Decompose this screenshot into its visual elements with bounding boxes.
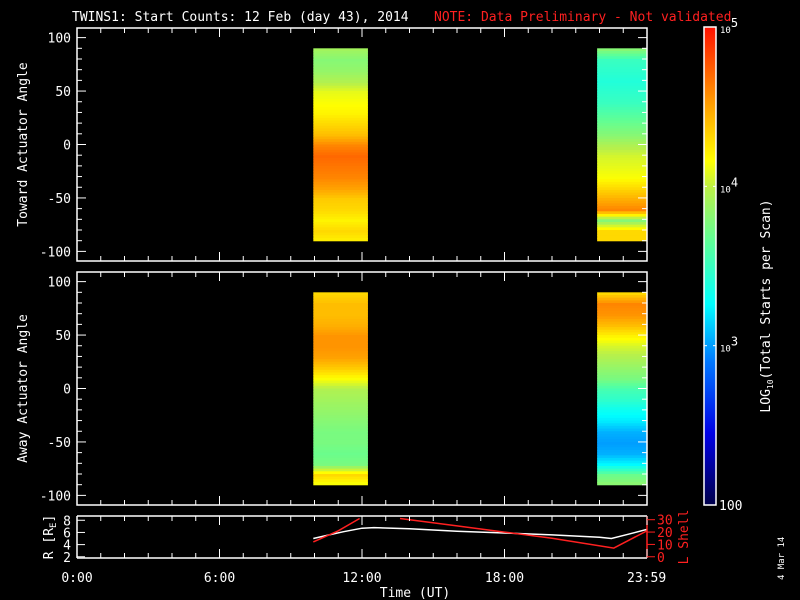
spectrogram-away bbox=[313, 292, 647, 486]
heatmap-cell bbox=[597, 482, 647, 486]
y-tick-label: -50 bbox=[48, 192, 71, 207]
twins-start-counts-plot: TWINS1: Start Counts: 12 Feb (day 43), 2… bbox=[0, 0, 800, 600]
colorbar-label: LOG10(Total Starts per Scan) bbox=[759, 199, 775, 412]
y-tick-label: 100 bbox=[48, 32, 71, 47]
y-tick-label: 0 bbox=[63, 139, 71, 154]
plot-canvas: TWINS1: Start Counts: 12 Feb (day 43), 2… bbox=[16, 10, 787, 600]
heatmap-cell bbox=[597, 238, 647, 242]
plot-title: TWINS1: Start Counts: 12 Feb (day 43), 2… bbox=[72, 10, 409, 25]
y-axis-label-toward: Toward Actuator Angle bbox=[16, 62, 31, 227]
y-tick-label: 0 bbox=[63, 383, 71, 398]
y-tick-label: -100 bbox=[40, 489, 71, 504]
colorbar-tick-label: 103 bbox=[720, 335, 738, 355]
y-tick-label: -50 bbox=[48, 436, 71, 451]
colorbar-tick-label: 104 bbox=[720, 175, 738, 195]
colorbar bbox=[703, 26, 717, 506]
y-tick-label: 50 bbox=[55, 85, 71, 100]
x-tick-label: 12:00 bbox=[342, 571, 381, 586]
x-axis-label: Time (UT) bbox=[380, 586, 450, 600]
spectrogram-toward bbox=[313, 48, 647, 242]
lshell-axis-label: L Shell bbox=[677, 510, 692, 565]
colorbar-min-label: 100 bbox=[719, 499, 742, 514]
lshell-tick-label: 0 bbox=[657, 551, 665, 566]
y-tick-label: 50 bbox=[55, 329, 71, 344]
x-tick-label: 18:00 bbox=[485, 571, 524, 586]
date-stamp: 4 Mar 14 bbox=[777, 537, 787, 580]
r-tick-label: 2 bbox=[63, 551, 71, 566]
x-tick-label: 23:59 bbox=[627, 571, 666, 586]
y-axis-label-away: Away Actuator Angle bbox=[16, 314, 31, 463]
x-tick-label: 6:00 bbox=[204, 571, 235, 586]
preliminary-note: NOTE: Data Preliminary - Not validated bbox=[434, 10, 731, 25]
heatmap-cell bbox=[313, 238, 368, 242]
y-tick-label: 100 bbox=[48, 276, 71, 291]
y-tick-label: -100 bbox=[40, 245, 71, 260]
x-tick-label: 0:00 bbox=[61, 571, 92, 586]
heatmap-cell bbox=[313, 482, 368, 486]
r-axis-label: R [RE] bbox=[42, 515, 59, 560]
